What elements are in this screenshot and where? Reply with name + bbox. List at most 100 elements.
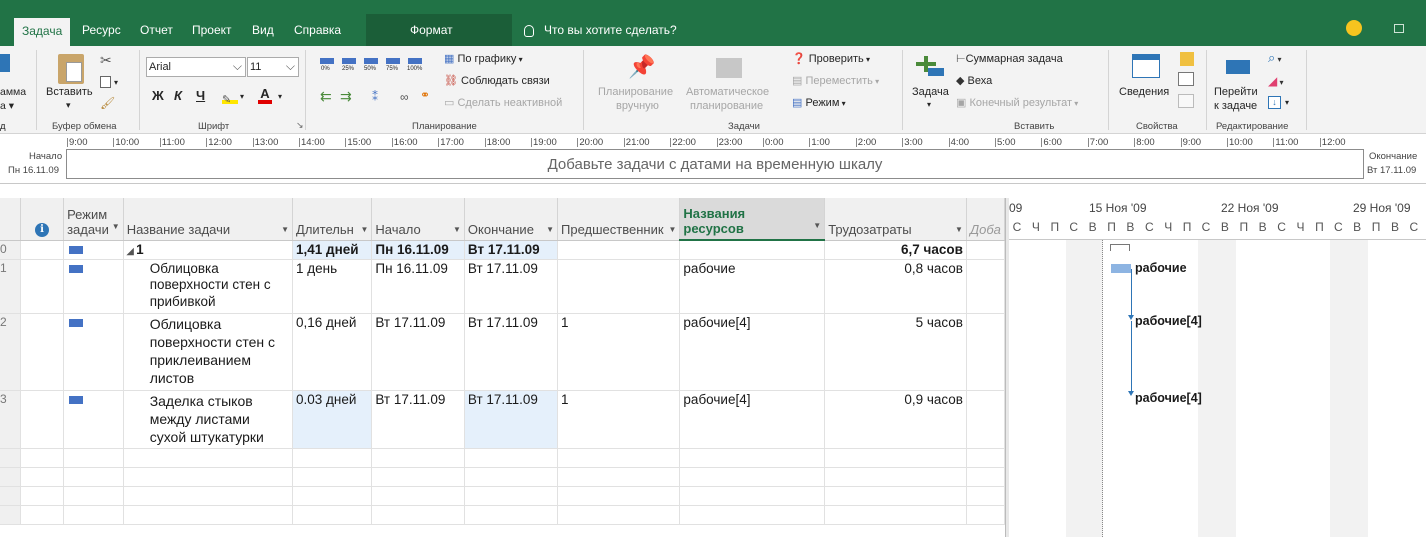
inactivate-button[interactable]: ▭ Сделать неактивной bbox=[444, 96, 562, 109]
gantt-chart-icon[interactable] bbox=[0, 54, 10, 72]
empty-cell[interactable] bbox=[63, 467, 124, 487]
row-resources[interactable]: рабочие[4] bbox=[679, 313, 826, 391]
row-predecessors[interactable] bbox=[557, 259, 681, 314]
gantt-chart[interactable]: 09 15 Ноя '09 22 Ноя '09 29 Ноя '09 СЧПС… bbox=[1009, 198, 1426, 537]
find-icon[interactable]: ⌕ ▾ bbox=[1268, 50, 1282, 66]
details-icon[interactable] bbox=[1178, 72, 1194, 86]
empty-row[interactable] bbox=[0, 505, 1005, 525]
row-duration[interactable]: 0,16 дней bbox=[292, 313, 373, 391]
tab-resource[interactable]: Ресурс bbox=[74, 14, 129, 46]
outdent-icon[interactable]: ⇇ bbox=[320, 88, 332, 105]
pct-0-icon[interactable] bbox=[320, 58, 334, 64]
scroll-to-task-label-2[interactable]: к задаче bbox=[1214, 100, 1257, 112]
tab-help[interactable]: Справка bbox=[286, 14, 349, 46]
empty-cell[interactable] bbox=[824, 448, 967, 468]
summary-task-button[interactable]: ⊢Суммарная задача bbox=[956, 52, 1063, 65]
font-name-select[interactable]: Arial ⌵ bbox=[146, 57, 246, 77]
auto-schedule-label-1[interactable]: Автоматическое bbox=[686, 86, 769, 98]
empty-cell[interactable] bbox=[63, 486, 124, 506]
bold-button[interactable]: Ж bbox=[152, 88, 164, 103]
inspect-button[interactable]: ❓ Проверить ▾ bbox=[792, 52, 870, 65]
header-row-number[interactable] bbox=[0, 198, 22, 241]
task-info-icon[interactable] bbox=[1132, 54, 1160, 78]
table-row[interactable]: 3 Заделка стыков между листами сухой шту… bbox=[0, 390, 1005, 449]
empty-cell[interactable] bbox=[557, 467, 681, 487]
collapse-triangle-icon[interactable]: ◢ bbox=[127, 246, 136, 256]
empty-cell[interactable] bbox=[966, 467, 1005, 487]
empty-cell[interactable] bbox=[824, 505, 967, 525]
gantt-task-bar[interactable] bbox=[1111, 264, 1131, 273]
highlight-color-icon[interactable]: ✎ bbox=[222, 90, 238, 106]
tab-view[interactable]: Вид bbox=[244, 14, 282, 46]
empty-cell[interactable] bbox=[464, 467, 559, 487]
empty-cell[interactable] bbox=[679, 448, 826, 468]
row-duration[interactable]: 0.03 дней bbox=[292, 390, 373, 449]
empty-row[interactable] bbox=[0, 467, 1005, 487]
tab-report[interactable]: Отчет bbox=[132, 14, 181, 46]
pct-25-icon[interactable] bbox=[342, 58, 356, 64]
italic-button[interactable]: К bbox=[174, 88, 182, 103]
clear-icon[interactable]: ◢ ▾ bbox=[1268, 74, 1283, 88]
row-task-name[interactable]: Облицовка поверхности стен с приклеивани… bbox=[123, 313, 294, 391]
scroll-to-task-icon[interactable] bbox=[1226, 60, 1250, 74]
row-add-column[interactable] bbox=[966, 390, 1005, 449]
font-color-dropdown-icon[interactable]: ▾ bbox=[278, 92, 282, 101]
empty-cell[interactable] bbox=[679, 467, 826, 487]
row-finish[interactable]: Вт 17.11.09 bbox=[464, 390, 559, 449]
empty-cell[interactable] bbox=[557, 448, 681, 468]
tab-task[interactable]: Задача bbox=[14, 18, 71, 46]
auto-schedule-label-2[interactable]: планирование bbox=[690, 100, 763, 112]
header-add-column[interactable]: Доба bbox=[966, 198, 1005, 241]
header-task-name[interactable]: Название задачи ▼ bbox=[123, 198, 294, 241]
fill-dropdown-icon[interactable]: ▾ bbox=[1285, 98, 1289, 107]
empty-cell[interactable] bbox=[123, 467, 294, 487]
milestone-button[interactable]: ◆ Веха bbox=[956, 74, 992, 87]
empty-cell[interactable] bbox=[123, 505, 294, 525]
insert-task-icon[interactable] bbox=[916, 56, 944, 76]
row-duration[interactable]: 1,41 дней bbox=[292, 240, 373, 260]
dialog-launcher-icon[interactable]: ↘ bbox=[296, 120, 304, 131]
row-task-name[interactable]: ◢ 1 bbox=[123, 240, 294, 260]
empty-row[interactable] bbox=[0, 486, 1005, 506]
empty-cell[interactable] bbox=[292, 486, 373, 506]
row-work[interactable]: 0,9 часов bbox=[824, 390, 967, 449]
mode-button[interactable]: ▤ Режим ▾ bbox=[792, 96, 846, 109]
empty-cell[interactable] bbox=[824, 467, 967, 487]
mark-on-track-button[interactable]: ▦ По графику ▾ bbox=[444, 52, 523, 65]
empty-cell[interactable] bbox=[292, 505, 373, 525]
empty-cell[interactable] bbox=[371, 486, 465, 506]
row-predecessors[interactable] bbox=[557, 240, 681, 260]
empty-cell[interactable] bbox=[557, 505, 681, 525]
row-predecessors[interactable]: 1 bbox=[557, 390, 681, 449]
header-task-mode[interactable]: Режим задачи ▼ bbox=[63, 198, 124, 241]
row-task-mode[interactable] bbox=[63, 390, 124, 449]
font-color-button[interactable]: А bbox=[258, 86, 272, 104]
pct-50-icon[interactable] bbox=[364, 58, 378, 64]
empty-cell[interactable] bbox=[123, 448, 294, 468]
row-start[interactable]: Вт 17.11.09 bbox=[371, 313, 465, 391]
table-row[interactable]: 2 Облицовка поверхности стен с приклеива… bbox=[0, 313, 1005, 391]
tab-project[interactable]: Проект bbox=[184, 14, 240, 46]
task-info-button[interactable]: Сведения bbox=[1119, 86, 1169, 98]
row-finish[interactable]: Вт 17.11.09 bbox=[464, 240, 559, 260]
row-duration[interactable]: 1 день bbox=[292, 259, 373, 314]
table-row[interactable]: 1 Облицовка поверхности стен с прибивкой… bbox=[0, 259, 1005, 314]
empty-cell[interactable] bbox=[464, 448, 559, 468]
empty-cell[interactable] bbox=[63, 505, 124, 525]
unlink-tasks-icon[interactable]: ⚭ bbox=[420, 88, 430, 102]
row-start[interactable]: Вт 17.11.09 bbox=[371, 390, 465, 449]
empty-cell[interactable] bbox=[123, 486, 294, 506]
empty-cell[interactable] bbox=[292, 467, 373, 487]
row-resources[interactable]: рабочие bbox=[679, 259, 826, 314]
row-work[interactable]: 5 часов bbox=[824, 313, 967, 391]
restore-window-icon[interactable] bbox=[1394, 24, 1404, 33]
row-task-mode[interactable] bbox=[63, 259, 124, 314]
row-predecessors[interactable]: 1 bbox=[557, 313, 681, 391]
empty-cell[interactable] bbox=[292, 448, 373, 468]
empty-cell[interactable] bbox=[824, 486, 967, 506]
empty-cell[interactable] bbox=[557, 486, 681, 506]
header-resource-names[interactable]: Названия ресурсов ▼ bbox=[679, 198, 826, 241]
header-info[interactable]: i bbox=[20, 198, 65, 241]
font-size-select[interactable]: 11 ⌵ bbox=[247, 57, 299, 77]
split-task-icon[interactable]: ⁑ bbox=[372, 90, 378, 104]
